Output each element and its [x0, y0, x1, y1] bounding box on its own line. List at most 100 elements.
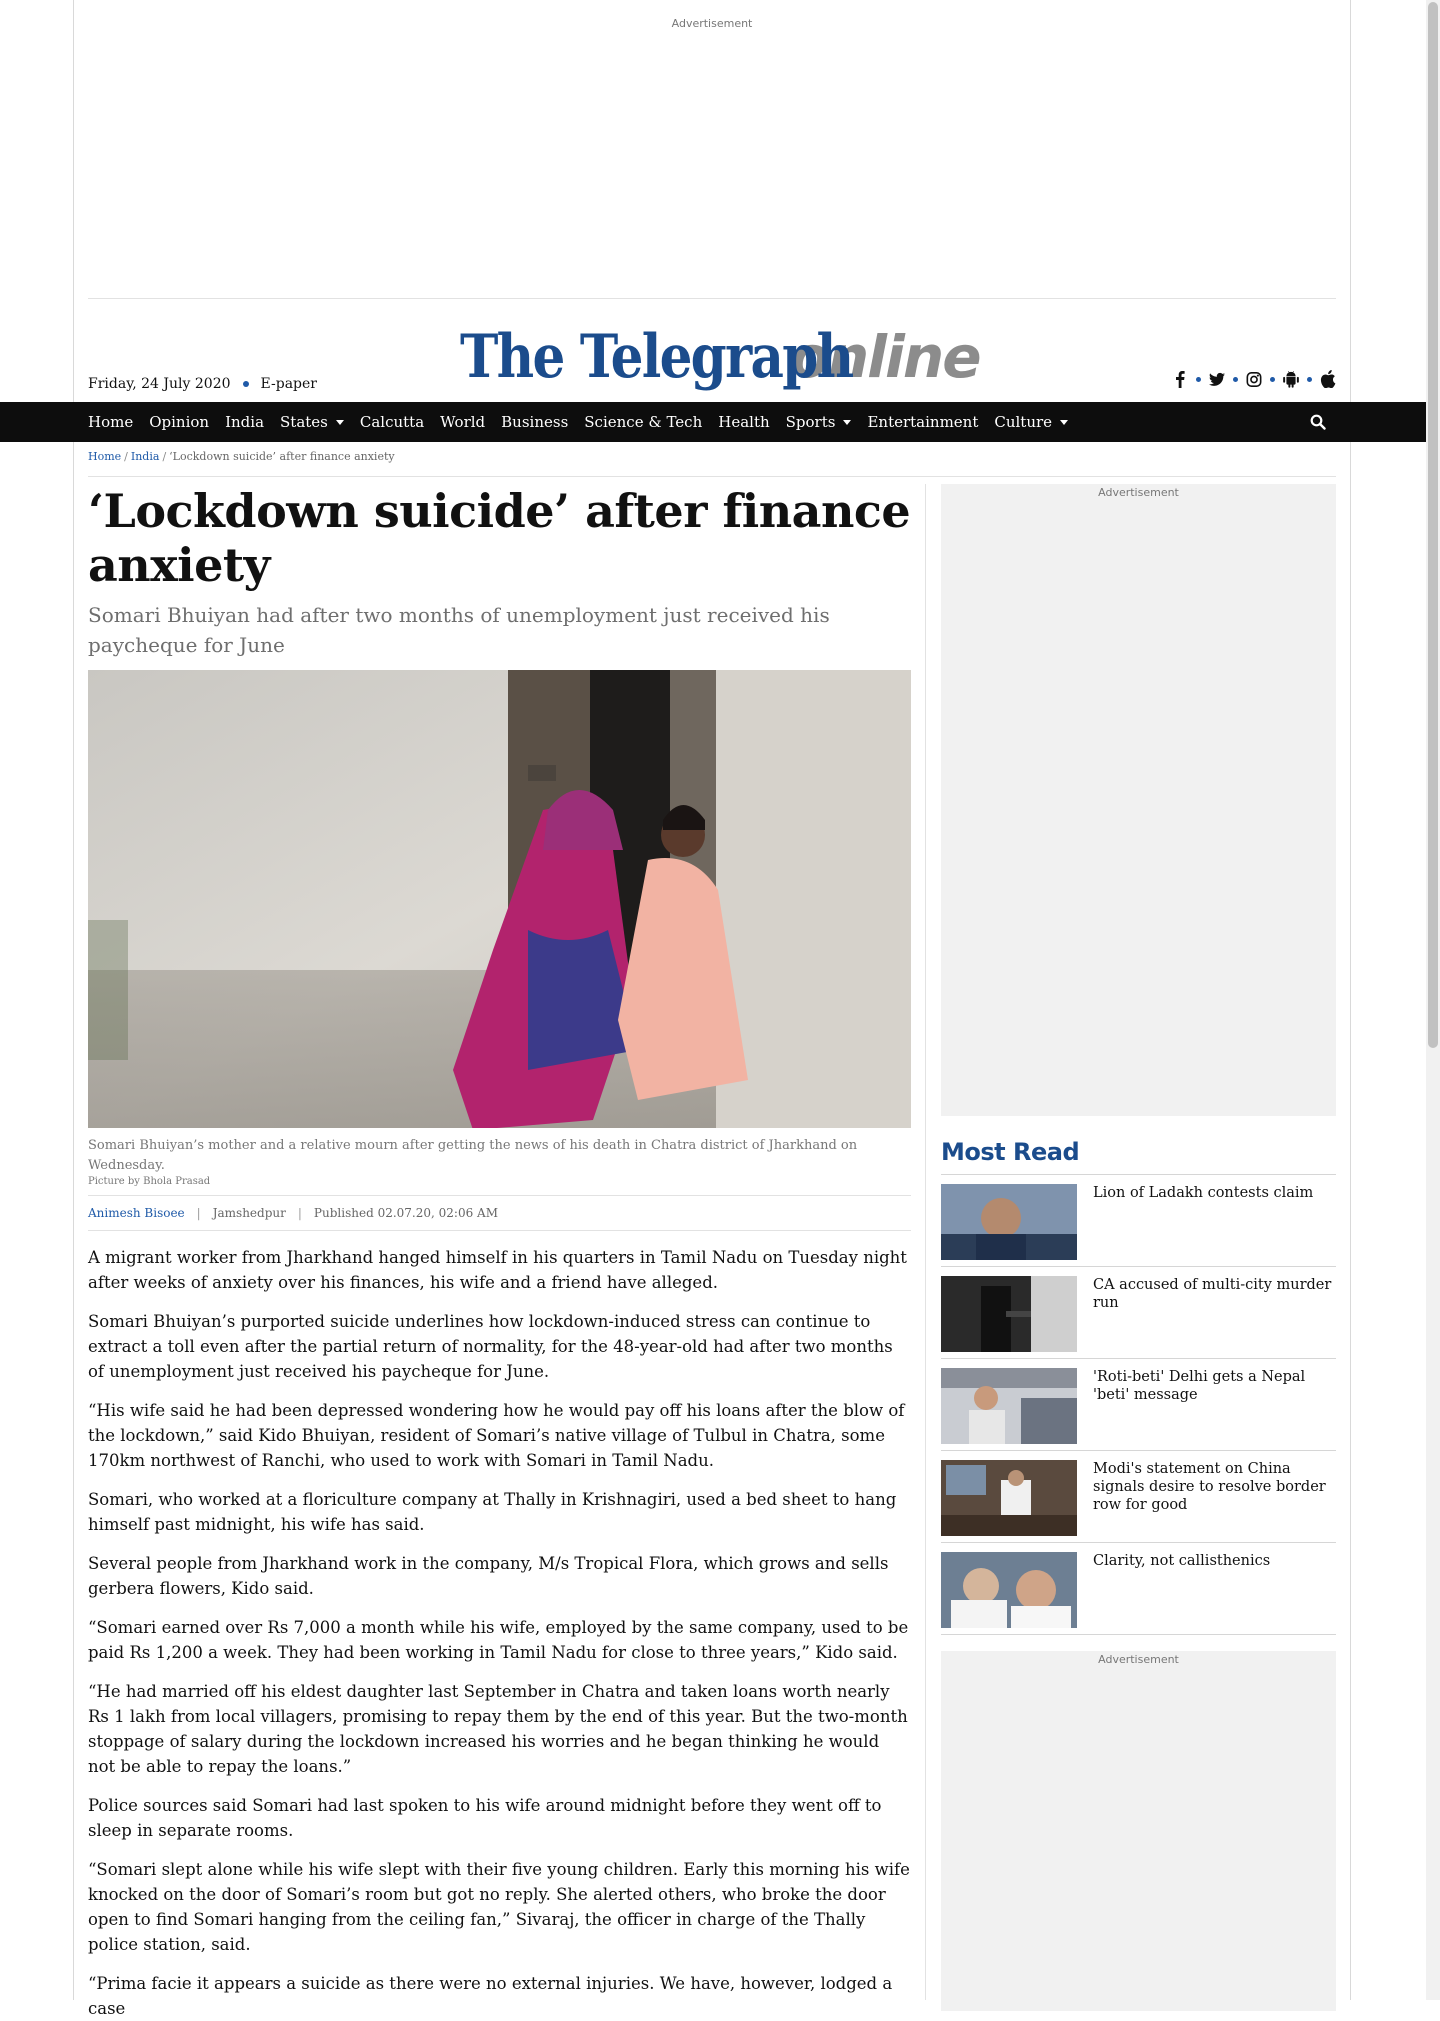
article-photo — [88, 670, 911, 1128]
main-navbar: Home Opinion India States Calcutta World Busin… — [0, 402, 1426, 442]
nav-item-sports[interactable]: Sports — [786, 413, 852, 431]
nav-item-calcutta[interactable]: Calcutta — [360, 413, 424, 431]
social-links — [1172, 370, 1336, 388]
ad-label: Advertisement — [671, 17, 753, 30]
instagram-icon[interactable] — [1246, 370, 1262, 388]
article-paragraph: Somari, who worked at a floriculture com… — [88, 1490, 897, 1534]
most-read-item[interactable]: CA accused of multi-city murder run — [941, 1267, 1336, 1359]
article-paragraph: “Prima facie it appears a suicide as the… — [88, 1974, 893, 2018]
nav-item-business[interactable]: Business — [501, 413, 568, 431]
byline-separator: | — [297, 1206, 302, 1220]
most-read-thumbnail[interactable] — [941, 1460, 1077, 1536]
article-paragraph: Several people from Jharkhand work in th… — [88, 1554, 889, 1598]
most-read-title[interactable]: Modi's statement on China signals desire… — [1093, 1460, 1336, 1514]
ad-label: Advertisement — [1098, 1653, 1179, 1666]
separator-dot — [1196, 376, 1201, 382]
photo-caption: Somari Bhuiyan’s mother and a relative m… — [88, 1138, 858, 1173]
nav-item-label: Culture — [994, 413, 1053, 431]
top-advertisement[interactable]: Advertisement — [88, 0, 1336, 299]
column-divider — [925, 484, 926, 2000]
separator-dot — [242, 381, 249, 387]
nav-item-label: Home — [88, 413, 134, 431]
nav-item-culture[interactable]: Culture — [994, 413, 1069, 431]
published-date: Published 02.07.20, 02:06 AM — [313, 1206, 498, 1220]
byline-separator: | — [196, 1206, 201, 1220]
search-icon[interactable] — [1310, 414, 1328, 432]
most-read-title[interactable]: Lion of Ladakh contests claim — [1093, 1184, 1313, 1202]
separator-dot — [1270, 376, 1275, 382]
separator-dot — [1233, 376, 1238, 382]
most-read-thumbnail[interactable] — [941, 1276, 1077, 1352]
android-icon[interactable] — [1283, 370, 1299, 388]
nav-item-label: Entertainment — [867, 413, 979, 431]
article-paragraph: Police sources said Somari had last spok… — [88, 1796, 882, 1840]
nav-item-home[interactable]: Home — [88, 413, 133, 431]
most-read-thumbnail[interactable] — [941, 1184, 1077, 1260]
article-paragraph: “Somari earned over Rs 7,000 a month whi… — [88, 1618, 909, 1662]
article-paragraph: “He had married off his eldest daughter … — [88, 1682, 908, 1776]
nav-items: Home Opinion India States Calcutta World Busin… — [88, 402, 1084, 442]
current-date: Friday, 24 July 2020 — [88, 376, 231, 392]
article-headline: ‘Lockdown suicide’ after finance anxiety — [88, 484, 911, 592]
apple-icon[interactable] — [1320, 370, 1336, 388]
nav-item-label: Science & Tech — [584, 413, 703, 431]
most-read-title[interactable]: Clarity, not callisthenics — [1093, 1552, 1270, 1570]
scrollbar[interactable] — [1426, 0, 1440, 2000]
nav-item-label: States — [280, 413, 328, 431]
most-read-thumbnail[interactable] — [941, 1552, 1077, 1628]
article-paragraph: “His wife said he had been depressed won… — [88, 1401, 905, 1470]
most-read-item[interactable]: Clarity, not callisthenics — [941, 1543, 1336, 1635]
nav-item-health[interactable]: Health — [718, 413, 769, 431]
article-paragraph: “Somari slept alone while his wife slept… — [88, 1860, 910, 1954]
sidebar-advertisement[interactable]: Advertisement — [941, 484, 1336, 1116]
nav-item-label: Sports — [785, 413, 836, 431]
nav-item-label: Opinion — [149, 413, 210, 431]
caret-down-icon — [843, 419, 852, 425]
nav-item-label: World — [440, 413, 486, 431]
caret-down-icon — [335, 419, 344, 425]
breadcrumb-current: ‘Lockdown suicide’ after finance anxiety — [169, 450, 395, 463]
nav-item-science-tech[interactable]: Science & Tech — [584, 413, 702, 431]
facebook-icon[interactable] — [1172, 370, 1188, 388]
nav-item-label: Business — [501, 413, 569, 431]
twitter-icon[interactable] — [1209, 370, 1225, 388]
nav-item-label: India — [225, 413, 265, 431]
sidebar-advertisement-2[interactable]: Advertisement — [941, 1651, 1336, 2011]
author-link[interactable]: Animesh Bisoee — [88, 1206, 185, 1220]
nav-item-opinion[interactable]: Opinion — [149, 413, 209, 431]
most-read-list: Lion of Ladakh contests claim CA accused … — [941, 1174, 1336, 1635]
breadcrumb-separator: / — [162, 450, 167, 463]
separator-dot — [1307, 376, 1312, 382]
ad-label: Advertisement — [1098, 486, 1179, 499]
breadcrumb-section[interactable]: India — [131, 450, 160, 463]
photo-credit: Picture by Bhola Prasad — [88, 1176, 211, 1187]
most-read-item[interactable]: 'Roti-beti' Delhi gets a Nepal 'beti' me… — [941, 1359, 1336, 1451]
epaper-link[interactable]: E-paper — [261, 376, 317, 392]
article-paragraph: A migrant worker from Jharkhand hanged h… — [88, 1248, 907, 1292]
logo-telegraph: The Telegraph — [460, 322, 854, 392]
site-logo[interactable]: The Telegraph online — [460, 322, 982, 392]
nav-item-label: Health — [718, 413, 770, 431]
article-paragraph: Somari Bhuiyan’s purported suicide under… — [88, 1312, 893, 1381]
breadcrumb: Home / India / ‘Lockdown suicide’ after fina… — [88, 450, 1336, 477]
dateline-location: Jamshedpur — [212, 1206, 286, 1220]
scrollbar-thumb[interactable] — [1428, 2, 1438, 1048]
masthead: Friday, 24 July 2020 E-paper The Telegra… — [88, 310, 1336, 402]
byline: Animesh Bisoee | Jamshedpur | Published … — [88, 1195, 911, 1231]
nav-item-world[interactable]: World — [440, 413, 485, 431]
nav-item-india[interactable]: India — [225, 413, 264, 431]
date-line: Friday, 24 July 2020 E-paper — [88, 376, 317, 392]
most-read-item[interactable]: Modi's statement on China signals desire… — [941, 1451, 1336, 1543]
article-subhead: Somari Bhuiyan had after two months of u… — [88, 603, 830, 657]
most-read-item[interactable]: Lion of Ladakh contests claim — [941, 1175, 1336, 1267]
article: ‘Lockdown suicide’ after finance anxiety… — [88, 484, 911, 2021]
most-read-title[interactable]: 'Roti-beti' Delhi gets a Nepal 'beti' me… — [1093, 1368, 1336, 1404]
nav-item-entertainment[interactable]: Entertainment — [867, 413, 978, 431]
nav-item-label: Calcutta — [359, 413, 425, 431]
most-read-thumbnail[interactable] — [941, 1368, 1077, 1444]
most-read-title[interactable]: CA accused of multi-city murder run — [1093, 1276, 1336, 1312]
article-body: A migrant worker from Jharkhand hanged h… — [88, 1245, 911, 2021]
breadcrumb-home[interactable]: Home — [88, 450, 121, 463]
breadcrumb-separator: / — [124, 450, 128, 463]
nav-item-states[interactable]: States — [280, 413, 344, 431]
